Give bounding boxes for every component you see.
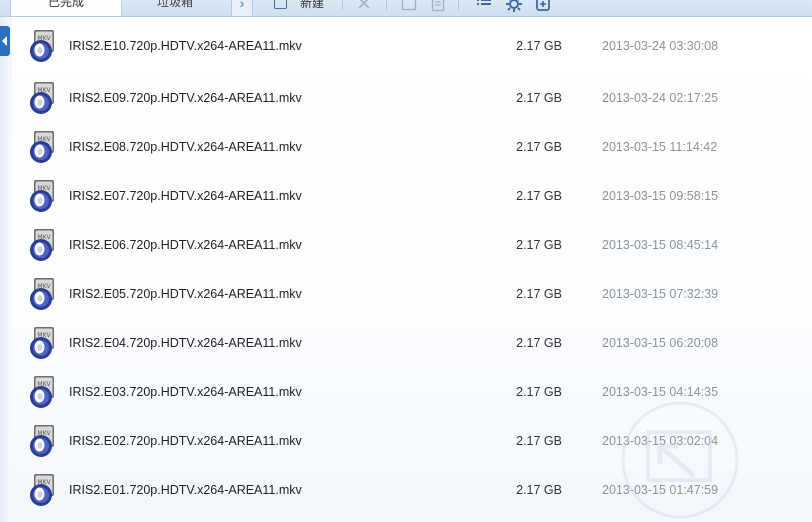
file-name: IRIS2.E02.720p.HDTV.x264-AREA11.mkv bbox=[69, 434, 302, 448]
file-row[interactable]: MKV IRIS2.E07.720p.HDTV.x264-AREA11.mkv 2.… bbox=[12, 171, 812, 217]
file-row[interactable]: MKV IRIS2.E09.720p.HDTV.x264-AREA11.mkv 2.… bbox=[12, 73, 812, 119]
file-size: 2.17 GB bbox=[516, 336, 562, 350]
file-size: 2.17 GB bbox=[516, 91, 562, 105]
file-row[interactable]: MKV IRIS2.E02.720p.HDTV.x264-AREA11.mkv 2.… bbox=[12, 416, 812, 462]
file-name: IRIS2.E04.720p.HDTV.x264-AREA11.mkv bbox=[69, 336, 302, 350]
tab-trash[interactable]: 垃圾箱 bbox=[121, 0, 229, 16]
new-button-label: 新建 bbox=[300, 0, 325, 10]
file-row[interactable]: MKV IRIS2.E04.720p.HDTV.x264-AREA11.mkv 2.… bbox=[12, 318, 812, 364]
file-size: 2.17 GB bbox=[516, 385, 562, 399]
file-date: 2013-03-24 02:17:25 bbox=[602, 91, 719, 105]
list-view-icon[interactable] bbox=[475, 0, 493, 16]
file-row[interactable]: MKV IRIS2.E10.720p.HDTV.x264-AREA11.mkv 2.… bbox=[12, 21, 812, 67]
file-row[interactable]: MKV IRIS2.E05.720p.HDTV.x264-AREA11.mkv 2.… bbox=[12, 269, 812, 315]
file-size: 2.17 GB bbox=[516, 39, 562, 53]
file-date: 2013-03-15 03:02:04 bbox=[602, 434, 719, 448]
file-size: 2.17 GB bbox=[516, 434, 562, 448]
file-size: 2.17 GB bbox=[516, 238, 562, 252]
toolbar-divider bbox=[458, 0, 459, 10]
file-name: IRIS2.E01.720p.HDTV.x264-AREA11.mkv bbox=[69, 483, 302, 497]
file-date: 2013-03-24 03:30:08 bbox=[602, 39, 719, 53]
file-name: IRIS2.E10.720p.HDTV.x264-AREA11.mkv bbox=[69, 39, 302, 53]
file-name: IRIS2.E08.720p.HDTV.x264-AREA11.mkv bbox=[69, 140, 302, 154]
close-icon[interactable] bbox=[357, 0, 371, 16]
file-date: 2013-03-15 08:45:14 bbox=[602, 238, 719, 252]
file-row[interactable]: MKV IRIS2.E06.720p.HDTV.x264-AREA11.mkv 2.… bbox=[12, 220, 812, 266]
file-name: IRIS2.E05.720p.HDTV.x264-AREA11.mkv bbox=[69, 287, 302, 301]
mkv-file-icon: MKV bbox=[30, 425, 54, 457]
mkv-file-icon: MKV bbox=[30, 327, 54, 359]
collapse-panel-button[interactable] bbox=[0, 26, 10, 56]
file-name: IRIS2.E06.720p.HDTV.x264-AREA11.mkv bbox=[69, 238, 302, 252]
gear-icon[interactable] bbox=[505, 0, 523, 15]
mkv-file-icon: MKV bbox=[30, 82, 54, 114]
toolbar-divider bbox=[386, 0, 387, 10]
mkv-file-icon: MKV bbox=[30, 376, 54, 408]
export-icon[interactable] bbox=[534, 0, 552, 15]
file-date: 2013-03-15 06:20:08 bbox=[602, 336, 719, 350]
mkv-file-icon: MKV bbox=[30, 30, 54, 62]
file-row[interactable]: MKV IRIS2.E01.720p.HDTV.x264-AREA11.mkv 2.… bbox=[12, 465, 812, 511]
toolbar-divider bbox=[342, 0, 343, 10]
mkv-file-icon: MKV bbox=[30, 278, 54, 310]
file-date: 2013-03-15 01:47:59 bbox=[602, 483, 719, 497]
file-name: IRIS2.E07.720p.HDTV.x264-AREA11.mkv bbox=[69, 189, 302, 203]
toolbar: 已完成 垃圾箱 › 新建 bbox=[0, 0, 812, 17]
file-row[interactable]: MKV IRIS2.E03.720p.HDTV.x264-AREA11.mkv 2.… bbox=[12, 367, 812, 413]
mkv-file-icon: MKV bbox=[30, 180, 54, 212]
tab-completed-label: 已完成 bbox=[47, 0, 84, 9]
mkv-file-icon: MKV bbox=[30, 474, 54, 506]
window-icon[interactable] bbox=[401, 0, 417, 16]
file-name: IRIS2.E03.720p.HDTV.x264-AREA11.mkv bbox=[69, 385, 302, 399]
file-row[interactable]: MKV IRIS2.E08.720p.HDTV.x264-AREA11.mkv 2.… bbox=[12, 122, 812, 168]
file-date: 2013-03-15 07:32:39 bbox=[602, 287, 719, 301]
file-date: 2013-03-15 04:14:35 bbox=[602, 385, 719, 399]
expand-arrow-icon[interactable]: › bbox=[231, 0, 253, 16]
mkv-file-icon: MKV bbox=[30, 229, 54, 261]
file-size: 2.17 GB bbox=[516, 287, 562, 301]
file-size: 2.17 GB bbox=[516, 189, 562, 203]
side-panel-edge bbox=[0, 17, 10, 522]
tab-trash-label: 垃圾箱 bbox=[156, 0, 193, 9]
file-list: MKV IRIS2.E10.720p.HDTV.x264-AREA11.mkv 2.… bbox=[12, 17, 812, 522]
mkv-file-icon: MKV bbox=[30, 131, 54, 163]
file-size: 2.17 GB bbox=[516, 483, 562, 497]
file-date: 2013-03-15 11:14:42 bbox=[602, 140, 718, 154]
file-size: 2.17 GB bbox=[516, 140, 562, 154]
file-name: IRIS2.E09.720p.HDTV.x264-AREA11.mkv bbox=[69, 91, 302, 105]
file-date: 2013-03-15 09:58:15 bbox=[602, 189, 719, 203]
document-icon[interactable] bbox=[430, 0, 446, 16]
tab-completed[interactable]: 已完成 bbox=[10, 0, 122, 16]
new-file-icon bbox=[274, 0, 287, 9]
